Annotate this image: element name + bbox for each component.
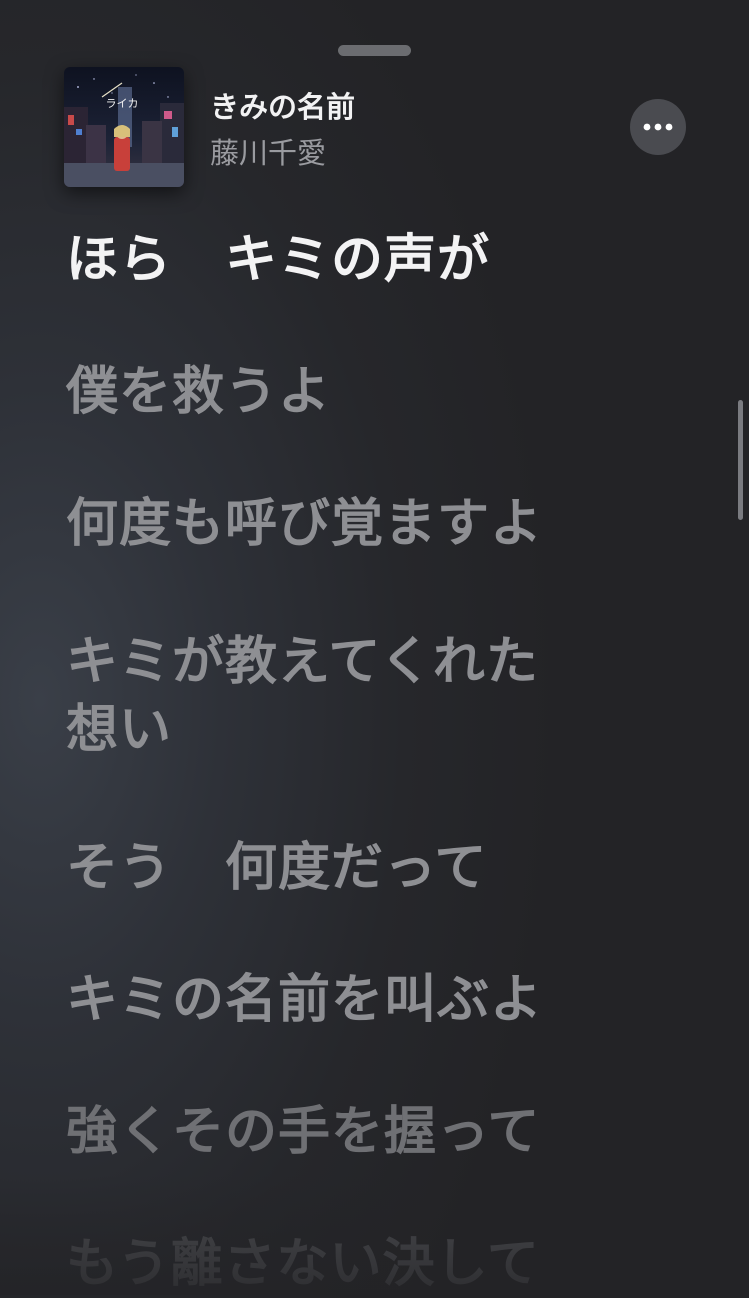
lyric-line[interactable]: 僕を救うよ xyxy=(66,358,626,426)
song-artist[interactable]: 藤川千愛 xyxy=(210,130,326,172)
scroll-indicator[interactable] xyxy=(738,400,743,520)
album-artwork[interactable]: ライカ xyxy=(64,67,184,187)
lyric-line[interactable]: 強くその手を握って xyxy=(66,1098,626,1166)
album-artwork-image: ライカ xyxy=(64,67,184,187)
more-options-button[interactable] xyxy=(630,99,686,155)
artwork-text: ライカ xyxy=(106,97,139,110)
song-title: きみの名前 xyxy=(210,90,356,124)
lyric-line[interactable]: キミの名前を叫ぶよ xyxy=(66,966,626,1034)
lyric-line[interactable]: そう 何度だって xyxy=(66,834,626,902)
lyric-line[interactable]: キミが教えてくれた 想い xyxy=(66,628,626,764)
sheet-grabber[interactable] xyxy=(338,45,411,56)
ellipsis-icon xyxy=(643,123,673,131)
lyric-line[interactable]: もう離さない決して xyxy=(66,1230,626,1298)
lyric-line-current[interactable]: ほら キミの声が xyxy=(66,226,626,294)
lyric-line[interactable]: 何度も呼び覚ますよ xyxy=(66,490,626,558)
